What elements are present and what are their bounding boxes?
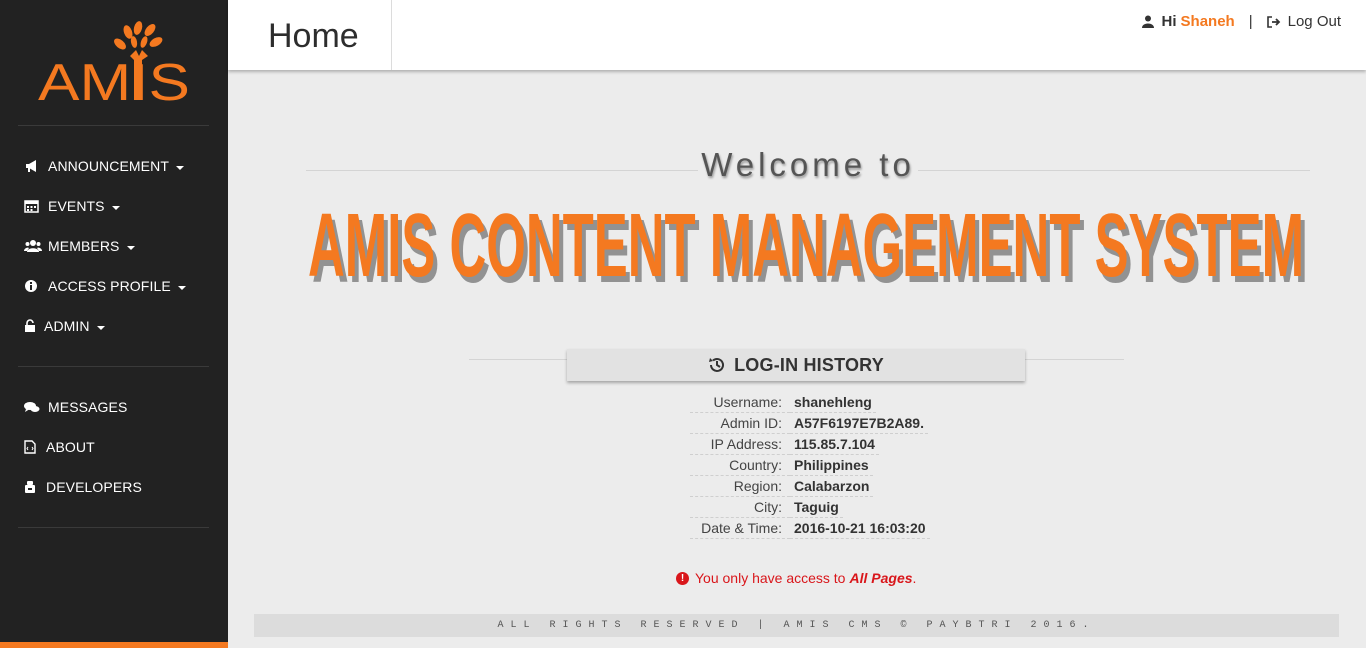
sidebar-divider — [18, 527, 209, 528]
username[interactable]: Shaneh — [1181, 13, 1235, 30]
user-area: Hi Shaneh | Log Out — [1141, 13, 1341, 30]
notice-end: . — [912, 570, 917, 586]
logout-button[interactable]: Log Out — [1266, 13, 1341, 30]
users-icon — [24, 239, 42, 253]
exclamation-circle-icon: ! — [676, 571, 689, 585]
row-label: Username: — [690, 392, 790, 413]
table-row: Country: Philippines — [690, 455, 950, 476]
row-label: Date & Time: — [690, 518, 790, 539]
sidebar: AMIS ANNOUNCEMENT EVENTS MEMBERS ACCESS … — [0, 0, 228, 648]
caret-down-icon — [111, 205, 120, 210]
table-row: Username: shanehleng — [690, 392, 950, 413]
sidebar-item-about[interactable]: ABOUT — [24, 437, 95, 457]
sidebar-item-label: DEVELOPERS — [46, 479, 142, 495]
calendar-icon — [24, 199, 40, 213]
sidebar-item-label: MESSAGES — [48, 399, 128, 415]
sidebar-item-admin[interactable]: ADMIN — [24, 316, 105, 336]
sidebar-item-events[interactable]: EVENTS — [24, 196, 120, 216]
user-icon — [1141, 15, 1154, 28]
greeting: Hi — [1161, 13, 1177, 30]
row-label: Admin ID: — [690, 413, 790, 434]
access-notice: ! You only have access to All Pages . — [676, 570, 916, 586]
sidebar-item-access-profile[interactable]: ACCESS PROFILE — [24, 276, 186, 296]
caret-down-icon — [126, 245, 135, 250]
top-header: Home Hi Shaneh | Log Out — [228, 0, 1366, 70]
login-history-table: Username: shanehleng Admin ID: A57F6197E… — [690, 392, 950, 539]
page-title: Home — [268, 17, 359, 55]
logo-text: AMIS — [38, 54, 190, 104]
caret-down-icon — [175, 165, 184, 170]
welcome-pretitle: Welcome to — [701, 146, 915, 183]
developers-icon — [24, 480, 38, 494]
table-row: Date & Time: 2016-10-21 16:03:20 — [690, 518, 950, 539]
sidebar-item-label: EVENTS — [48, 198, 105, 214]
caret-down-icon — [177, 285, 186, 290]
footer: ALL RIGHTS RESERVED | AMIS CMS © PAYBTRI… — [254, 614, 1339, 637]
table-row: Admin ID: A57F6197E7B2A89. — [690, 413, 950, 434]
sidebar-item-developers[interactable]: DEVELOPERS — [24, 477, 142, 497]
row-value: shanehleng — [790, 392, 876, 413]
notice-text: You only have access to — [695, 570, 846, 586]
table-row: Region: Calabarzon — [690, 476, 950, 497]
row-value: A57F6197E7B2A89. — [790, 413, 928, 434]
table-row: IP Address: 115.85.7.104 — [690, 434, 950, 455]
sidebar-item-messages[interactable]: MESSAGES — [24, 397, 127, 417]
row-value: Philippines — [790, 455, 873, 476]
bullhorn-icon — [24, 159, 40, 173]
welcome-rule-right — [918, 170, 1310, 171]
sidebar-item-label: MEMBERS — [48, 238, 120, 254]
history-icon — [709, 357, 725, 372]
row-label: Region: — [690, 476, 790, 497]
file-code-icon — [24, 440, 38, 454]
page-title-box: Home — [228, 0, 392, 70]
row-value: 115.85.7.104 — [790, 434, 879, 455]
system-title-text: AMIS CONTENT MANAGEMENT SYSTEM — [308, 196, 1304, 288]
sidebar-divider — [18, 366, 209, 367]
sidebar-item-label: ABOUT — [46, 439, 95, 455]
row-value: 2016-10-21 16:03:20 — [790, 518, 930, 539]
login-history-header: LOG-IN HISTORY — [567, 349, 1025, 381]
notice-emphasis: All Pages — [849, 570, 913, 586]
sidebar-item-members[interactable]: MEMBERS — [24, 236, 135, 256]
sidebar-item-label: ACCESS PROFILE — [48, 278, 171, 294]
sign-out-icon — [1266, 15, 1280, 28]
row-value: Calabarzon — [790, 476, 874, 497]
sidebar-item-label: ADMIN — [44, 318, 90, 334]
sidebar-accent-bar — [0, 642, 228, 648]
row-value: Taguig — [790, 497, 843, 518]
sidebar-divider — [18, 125, 209, 126]
row-label: Country: — [690, 455, 790, 476]
system-title: AMIS CONTENT MANAGEMENT SYSTEM AMIS CONT… — [308, 196, 1308, 288]
table-row: City: Taguig — [690, 497, 950, 518]
comments-icon — [24, 400, 40, 414]
login-history-title: LOG-IN HISTORY — [734, 354, 884, 375]
caret-down-icon — [96, 325, 105, 330]
info-circle-icon — [24, 279, 40, 293]
row-label: IP Address: — [690, 434, 790, 455]
sidebar-item-label: ANNOUNCEMENT — [48, 158, 169, 174]
row-label: City: — [690, 497, 790, 518]
welcome-rule-left — [306, 170, 698, 171]
header-separator: | — [1248, 13, 1253, 30]
unlock-icon — [24, 319, 36, 333]
sidebar-item-announcement[interactable]: ANNOUNCEMENT — [24, 156, 184, 176]
amis-logo[interactable]: AMIS — [38, 20, 190, 104]
logout-label: Log Out — [1287, 13, 1341, 30]
